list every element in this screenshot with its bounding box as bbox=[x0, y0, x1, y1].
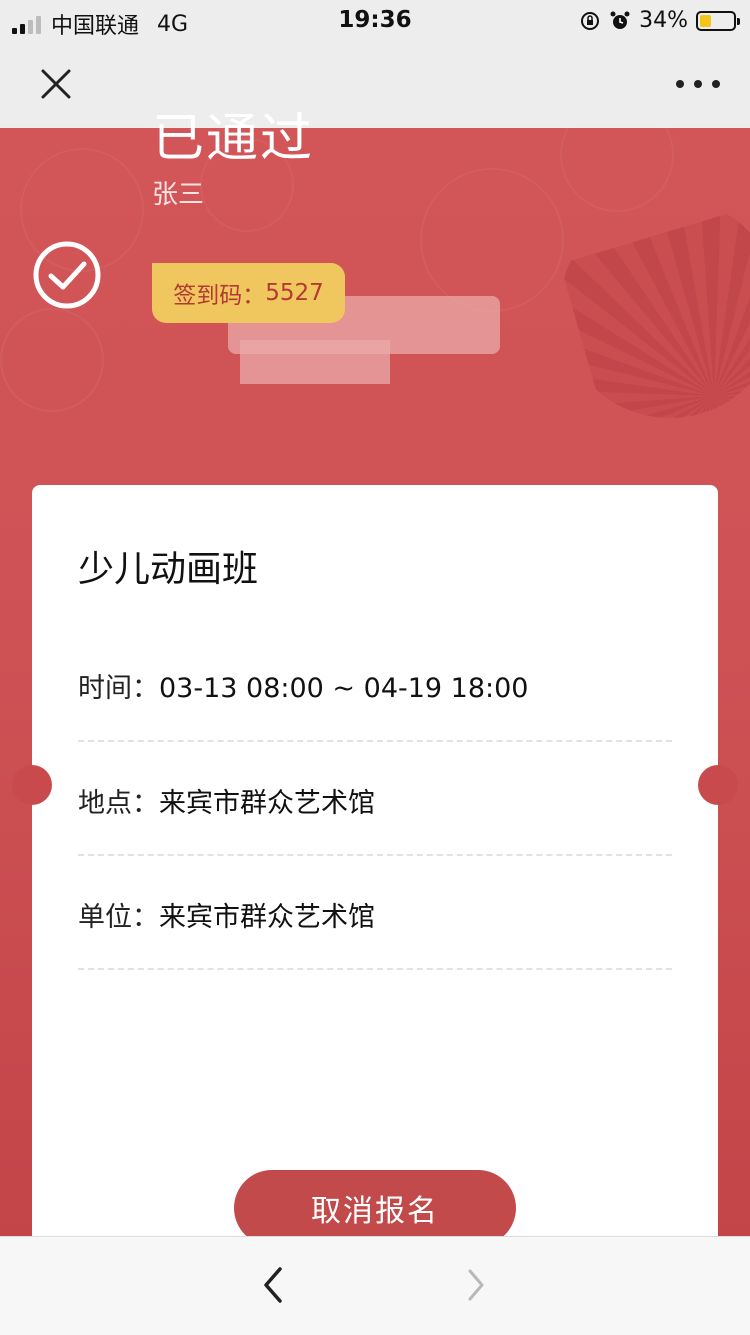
status-bar: 中国联通 4G 19:36 34% bbox=[0, 0, 750, 40]
chevron-left-icon bbox=[264, 1267, 282, 1303]
ticket-notch-right bbox=[698, 765, 738, 805]
cancel-registration-button[interactable]: 取消报名 bbox=[234, 1170, 516, 1246]
check-circle-icon bbox=[33, 241, 101, 309]
more-button[interactable] bbox=[676, 68, 720, 100]
approval-status-title: 已通过 bbox=[152, 109, 315, 169]
nav-bar bbox=[0, 40, 750, 128]
organizer-value: 来宾市群众艺术馆 bbox=[159, 902, 375, 933]
course-title: 少儿动画班 bbox=[78, 549, 259, 590]
location-label: 地点： bbox=[78, 788, 159, 819]
close-button[interactable] bbox=[34, 62, 78, 106]
close-icon bbox=[41, 69, 71, 99]
divider bbox=[78, 740, 672, 742]
more-dot bbox=[676, 80, 684, 88]
browser-toolbar bbox=[0, 1236, 750, 1335]
time-label: 时间： bbox=[78, 673, 159, 704]
checkin-code-label: 签到码： bbox=[173, 283, 266, 309]
chevron-right-icon bbox=[468, 1269, 484, 1301]
location-row: 地点：来宾市群众艺术馆 bbox=[78, 781, 672, 820]
checkin-code-badge: 签到码： 5527 bbox=[152, 263, 345, 323]
organizer-label: 单位： bbox=[78, 902, 159, 933]
battery-percent: 34% bbox=[639, 8, 688, 33]
more-dot bbox=[712, 80, 720, 88]
more-dot bbox=[694, 80, 702, 88]
organizer-row: 单位：来宾市群众艺术馆 bbox=[78, 895, 672, 934]
location-value: 来宾市群众艺术馆 bbox=[159, 788, 375, 819]
redacted-info bbox=[240, 340, 390, 384]
ticket-notch-left bbox=[12, 765, 52, 805]
alarm-icon bbox=[610, 11, 630, 29]
time-value: 03-13 08:00 ~ 04-19 18:00 bbox=[159, 673, 529, 704]
battery-icon bbox=[696, 10, 740, 31]
forward-button[interactable] bbox=[460, 1265, 492, 1305]
course-card bbox=[32, 485, 718, 1265]
fan-decoration bbox=[560, 198, 750, 418]
orientation-lock-icon bbox=[581, 11, 600, 30]
divider bbox=[78, 854, 672, 856]
applicant-name: 张三 bbox=[152, 180, 205, 210]
status-right: 34% bbox=[579, 8, 740, 33]
divider bbox=[78, 968, 672, 970]
time-row: 时间：03-13 08:00 ~ 04-19 18:00 bbox=[78, 666, 672, 705]
checkin-code-value: 5527 bbox=[265, 280, 324, 306]
back-button[interactable] bbox=[258, 1265, 290, 1305]
